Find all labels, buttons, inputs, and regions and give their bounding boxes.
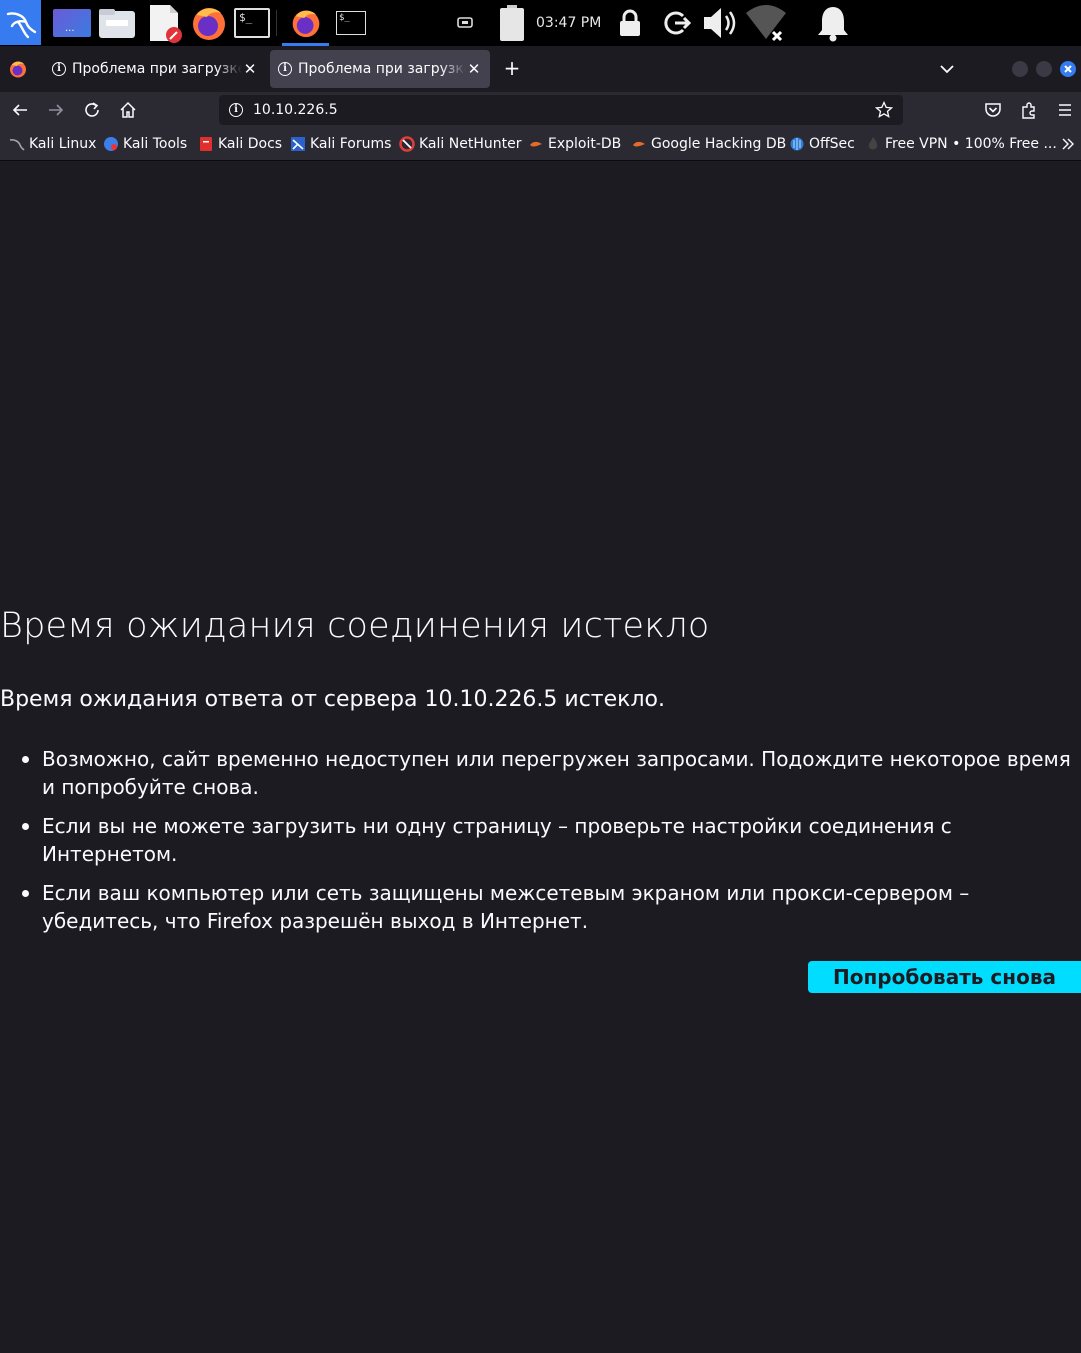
bookmarks-toolbar: Kali Linux Kali Tools Kali Docs Kali For… xyxy=(0,128,1081,161)
suggestion-item: Если вы не можете загрузить ни одну стра… xyxy=(22,812,1075,868)
notifications-icon[interactable] xyxy=(812,0,854,46)
kali-forums-icon xyxy=(291,137,305,151)
reload-button[interactable] xyxy=(76,94,108,126)
extensions-puzzle-icon xyxy=(1022,102,1035,119)
bookmark-kali-linux[interactable]: Kali Linux xyxy=(9,128,96,160)
url-bar[interactable]: i xyxy=(219,95,903,125)
bookmark-kali-nethunter[interactable]: Kali NetHunter xyxy=(399,128,521,160)
tab-2[interactable]: i Проблема при загрузке страницы ✕ xyxy=(270,50,490,88)
suggestion-item: Возможно, сайт временно недоступен или п… xyxy=(22,745,1075,801)
suggestion-item: Если ваш компьютер или сеть защищены меж… xyxy=(22,879,1075,935)
tab-info-icon: i xyxy=(52,62,66,76)
text-editor-icon[interactable] xyxy=(145,0,185,46)
file-manager-icon[interactable] xyxy=(97,0,137,46)
maximize-button[interactable] xyxy=(1036,61,1052,77)
bookmark-kali-tools[interactable]: Kali Tools xyxy=(103,128,187,160)
kali-menu-icon[interactable] xyxy=(0,0,41,45)
forward-button[interactable] xyxy=(40,94,72,126)
exploit-db-icon xyxy=(530,141,542,147)
bookmark-kali-forums[interactable]: Kali Forums xyxy=(290,128,391,160)
bookmark-kali-docs[interactable]: Kali Docs xyxy=(198,128,282,160)
tab-label: Проблема при загрузке страницы xyxy=(298,61,466,77)
firefox-window-icon[interactable] xyxy=(284,0,328,46)
network-monitor-icon[interactable] xyxy=(450,0,480,46)
home-icon xyxy=(120,101,136,118)
back-arrow-icon xyxy=(12,104,27,116)
workspace-switcher-icon[interactable]: ... xyxy=(52,0,92,46)
tab-info-icon: i xyxy=(278,62,292,76)
taskbar-separator xyxy=(276,10,277,36)
bookmark-star-icon[interactable] xyxy=(875,101,893,119)
app-menu-button[interactable] xyxy=(1049,94,1081,126)
pocket-button[interactable] xyxy=(977,94,1009,126)
navigation-toolbar: i xyxy=(0,92,1081,128)
firefox-launcher-icon[interactable] xyxy=(189,0,229,46)
tab-close-icon[interactable]: ✕ xyxy=(242,60,258,78)
bookmarks-overflow-chevron-icon[interactable] xyxy=(1060,128,1076,160)
google-hacking-db-icon xyxy=(633,141,645,147)
url-input[interactable] xyxy=(253,102,875,118)
tab-close-icon[interactable]: ✕ xyxy=(466,60,482,78)
tab-strip: i Проблема при загрузке страницы ✕ i Про… xyxy=(0,46,1081,92)
error-title: Время ожидания соединения истекло xyxy=(0,606,710,646)
kali-nethunter-icon xyxy=(399,136,415,152)
reload-icon xyxy=(85,102,99,117)
battery-icon[interactable] xyxy=(496,0,528,46)
try-again-button[interactable]: Попробовать снова xyxy=(808,961,1081,993)
bookmark-offsec[interactable]: OffSec xyxy=(789,128,855,160)
lock-screen-icon[interactable] xyxy=(614,0,646,46)
bookmark-google-hacking-db[interactable]: Google Hacking DB xyxy=(631,128,786,160)
kali-dragon-icon xyxy=(9,139,25,151)
volume-icon[interactable] xyxy=(700,0,742,46)
hamburger-menu-icon xyxy=(1059,104,1071,116)
firefox-view-icon[interactable] xyxy=(4,46,32,92)
vpn-flame-icon xyxy=(868,137,878,150)
desktop-taskbar: ... $_ $_ 03:47 PM xyxy=(0,0,1081,46)
back-button[interactable] xyxy=(4,94,36,126)
bookmark-exploit-db[interactable]: Exploit-DB xyxy=(528,128,621,160)
list-all-tabs-icon[interactable] xyxy=(936,58,958,80)
terminal-launcher-icon[interactable]: $_ xyxy=(232,0,272,46)
error-description: Время ожидания ответа от сервера 10.10.2… xyxy=(0,687,665,712)
tab-label: Проблема при загрузке страницы xyxy=(72,61,242,77)
offsec-icon xyxy=(790,137,804,151)
new-tab-button[interactable]: + xyxy=(500,57,524,81)
error-page: Время ожидания соединения истекло Время … xyxy=(0,161,1081,1353)
site-info-icon[interactable]: i xyxy=(229,103,243,117)
home-button[interactable] xyxy=(112,94,144,126)
logout-icon[interactable] xyxy=(660,0,694,46)
kali-docs-icon xyxy=(200,137,212,151)
minimize-button[interactable] xyxy=(1012,61,1028,77)
kali-tools-icon xyxy=(104,137,118,151)
wifi-disconnected-icon[interactable] xyxy=(744,0,788,46)
clock[interactable]: 03:47 PM xyxy=(536,0,601,46)
extensions-button[interactable] xyxy=(1013,94,1045,126)
forward-arrow-icon xyxy=(49,104,64,116)
error-suggestions-list: Возможно, сайт временно недоступен или п… xyxy=(0,745,1075,946)
tab-1[interactable]: i Проблема при загрузке страницы ✕ xyxy=(44,50,266,88)
terminal-window-icon[interactable]: $_ xyxy=(333,0,369,46)
bookmark-free-vpn[interactable]: Free VPN • 100% Free ... xyxy=(865,128,1057,160)
pocket-icon xyxy=(985,103,1001,117)
close-window-button[interactable] xyxy=(1060,61,1076,77)
